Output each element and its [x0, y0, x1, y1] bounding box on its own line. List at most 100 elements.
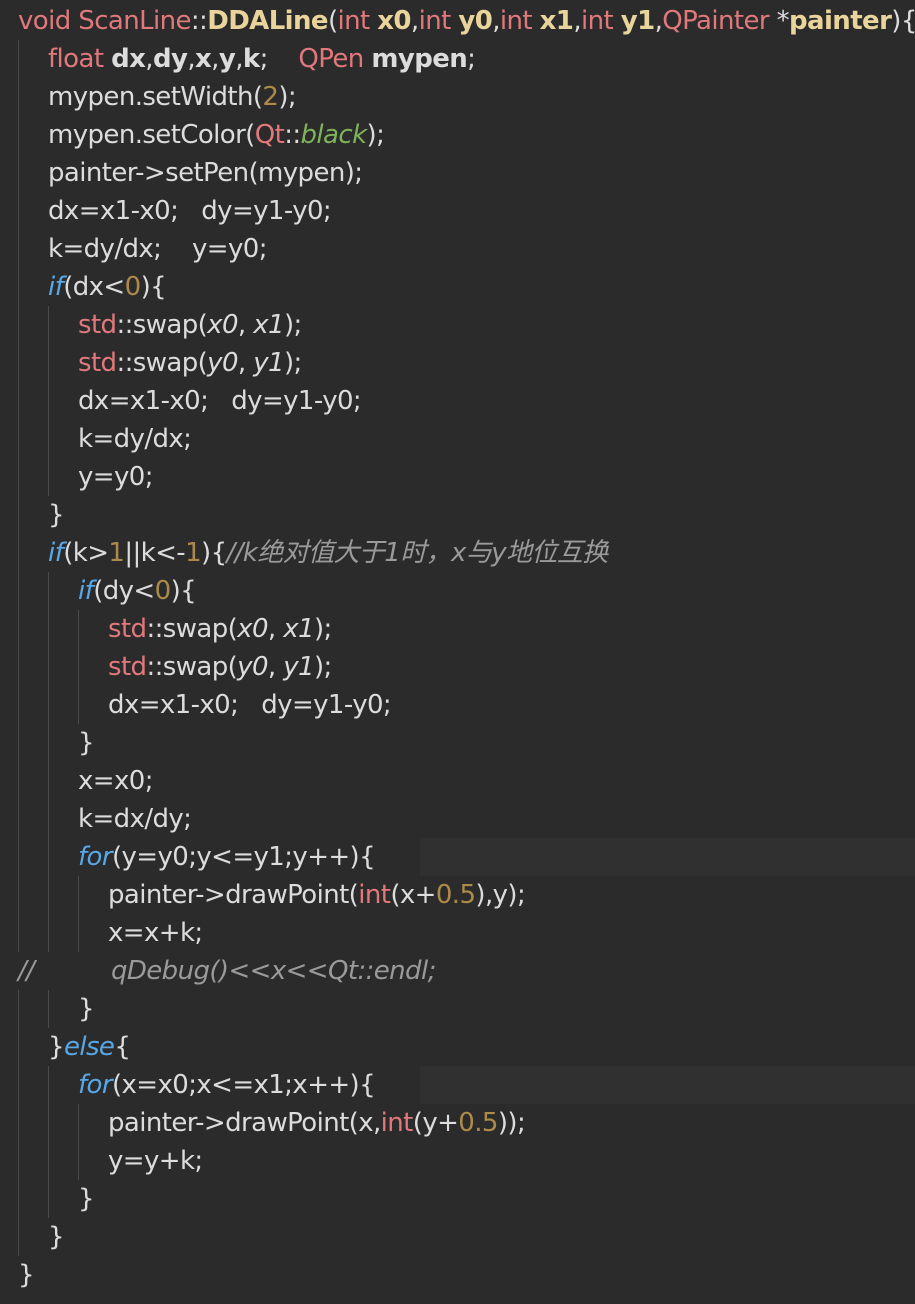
code-line[interactable]: painter->setPen(mypen);: [0, 154, 915, 192]
code-text: for(x=x0;x<=x1;x++){: [78, 1066, 376, 1104]
code-token: ::swap(: [146, 614, 238, 644]
code-line[interactable]: for(y=y0;y<=y1;y++){: [0, 838, 915, 876]
indent-guide: [18, 762, 19, 800]
indent-guide: [48, 876, 49, 914]
code-line[interactable]: painter->drawPoint(x,int(y+0.5));: [0, 1104, 915, 1142]
code-token: else: [63, 1032, 115, 1062]
code-text: std::swap(x0, x1);: [108, 610, 332, 648]
code-line[interactable]: k=dy/dx; y=y0;: [0, 230, 915, 268]
code-token: y: [218, 44, 236, 74]
code-line[interactable]: x=x+k;: [0, 914, 915, 952]
code-token: ::swap(: [146, 652, 238, 682]
code-line[interactable]: void ScanLine::DDALine(int x0,int y0,int…: [0, 2, 915, 40]
indent-guide: [18, 78, 19, 116]
code-text: k=dx/dy;: [78, 800, 192, 838]
code-text: }: [78, 990, 95, 1028]
code-text: }else{: [48, 1028, 131, 1066]
code-line[interactable]: mypen.setWidth(2);: [0, 78, 915, 116]
code-text: }: [48, 496, 65, 534]
code-line[interactable]: if(k>1||k<-1){//k绝对值大于1时，x与y地位互换: [0, 534, 915, 572]
code-line[interactable]: y=y+k;: [0, 1142, 915, 1180]
indent-guide: [18, 230, 19, 268]
code-token: {: [114, 1032, 131, 1062]
code-line[interactable]: if(dx<0){: [0, 268, 915, 306]
code-text: }: [48, 1218, 65, 1256]
code-token: painter->drawPoint(x,: [108, 1108, 381, 1138]
code-text: painter->drawPoint(int(x+0.5),y);: [108, 876, 526, 914]
code-token: std: [108, 614, 147, 644]
code-line[interactable]: std::swap(x0, x1);: [0, 610, 915, 648]
code-line[interactable]: k=dy/dx;: [0, 420, 915, 458]
indent-guide: [18, 306, 19, 344]
code-token: std: [78, 310, 117, 340]
code-line[interactable]: // qDebug()<<x<<Qt::endl;: [0, 952, 915, 990]
code-token: ,: [145, 44, 153, 74]
code-token: if: [48, 538, 64, 568]
code-text: k=dy/dx; y=y0;: [48, 230, 267, 268]
code-token: painter->setPen(mypen);: [48, 158, 363, 188]
code-token: int: [337, 6, 378, 36]
code-token: ),y);: [475, 880, 526, 910]
code-line[interactable]: float dx,dy,x,y,k; QPen mypen;: [0, 40, 915, 78]
code-line[interactable]: dx=x1-x0; dy=y1-y0;: [0, 686, 915, 724]
code-token: x0: [207, 310, 238, 340]
indent-guide: [48, 1180, 49, 1218]
code-text: }: [78, 724, 95, 762]
code-text: std::swap(x0, x1);: [78, 306, 302, 344]
code-line[interactable]: mypen.setColor(Qt::black);: [0, 116, 915, 154]
indent-guide: [18, 458, 19, 496]
indent-guide: [18, 192, 19, 230]
code-line[interactable]: std::swap(y0, y1);: [0, 648, 915, 686]
code-line[interactable]: k=dx/dy;: [0, 800, 915, 838]
code-line[interactable]: dx=x1-x0; dy=y1-y0;: [0, 192, 915, 230]
code-text: dx=x1-x0; dy=y1-y0;: [108, 686, 392, 724]
code-token: mypen.setColor(: [48, 120, 255, 150]
code-line[interactable]: x=x0;: [0, 762, 915, 800]
code-text: }: [18, 1256, 35, 1294]
code-token: y0: [207, 348, 238, 378]
code-text: std::swap(y0, y1);: [78, 344, 302, 382]
code-line[interactable]: for(x=x0;x<=x1;x++){: [0, 1066, 915, 1104]
code-line[interactable]: }: [0, 496, 915, 534]
code-text: if(k>1||k<-1){//k绝对值大于1时，x与y地位互换: [48, 534, 608, 572]
code-editor[interactable]: void ScanLine::DDALine(int x0,int y0,int…: [0, 0, 915, 1304]
code-token: }: [78, 994, 95, 1024]
code-line[interactable]: }: [0, 1218, 915, 1256]
indent-guide: [48, 648, 49, 686]
code-line[interactable]: std::swap(x0, x1);: [0, 306, 915, 344]
code-token: ,: [573, 6, 581, 36]
indent-guide: [78, 1104, 79, 1142]
code-token: ,: [410, 6, 419, 36]
code-line[interactable]: }else{: [0, 1028, 915, 1066]
code-token: float: [48, 44, 112, 74]
code-token: (dx<: [63, 272, 125, 302]
indent-guide: [18, 1218, 19, 1256]
code-token: }: [48, 500, 65, 530]
indent-guide: [48, 990, 49, 1028]
code-token: y0: [458, 6, 493, 36]
code-line[interactable]: std::swap(y0, y1);: [0, 344, 915, 382]
code-token: QPainter: [662, 6, 777, 36]
indent-guide: [48, 800, 49, 838]
code-text: y=y0;: [78, 458, 153, 496]
indent-guide: [18, 420, 19, 458]
code-text: dx=x1-x0; dy=y1-y0;: [78, 382, 362, 420]
indent-guide: [18, 268, 19, 306]
code-line[interactable]: }: [0, 1180, 915, 1218]
code-token: 0.5: [458, 1108, 498, 1138]
code-token: x=x+k;: [108, 918, 203, 948]
indent-guide: [78, 610, 79, 648]
code-token: ){: [170, 576, 197, 606]
code-token: );: [313, 614, 332, 644]
code-token: k=dx/dy;: [78, 804, 192, 834]
code-line[interactable]: }: [0, 724, 915, 762]
code-line[interactable]: }: [0, 990, 915, 1028]
code-line[interactable]: }: [0, 1256, 915, 1294]
indent-guide: [18, 496, 19, 534]
code-token: dx=x1-x0; dy=y1-y0;: [108, 690, 392, 720]
code-line[interactable]: y=y0;: [0, 458, 915, 496]
code-line[interactable]: if(dy<0){: [0, 572, 915, 610]
code-line[interactable]: dx=x1-x0; dy=y1-y0;: [0, 382, 915, 420]
code-line[interactable]: painter->drawPoint(int(x+0.5),y);: [0, 876, 915, 914]
indent-guide: [18, 1180, 19, 1218]
